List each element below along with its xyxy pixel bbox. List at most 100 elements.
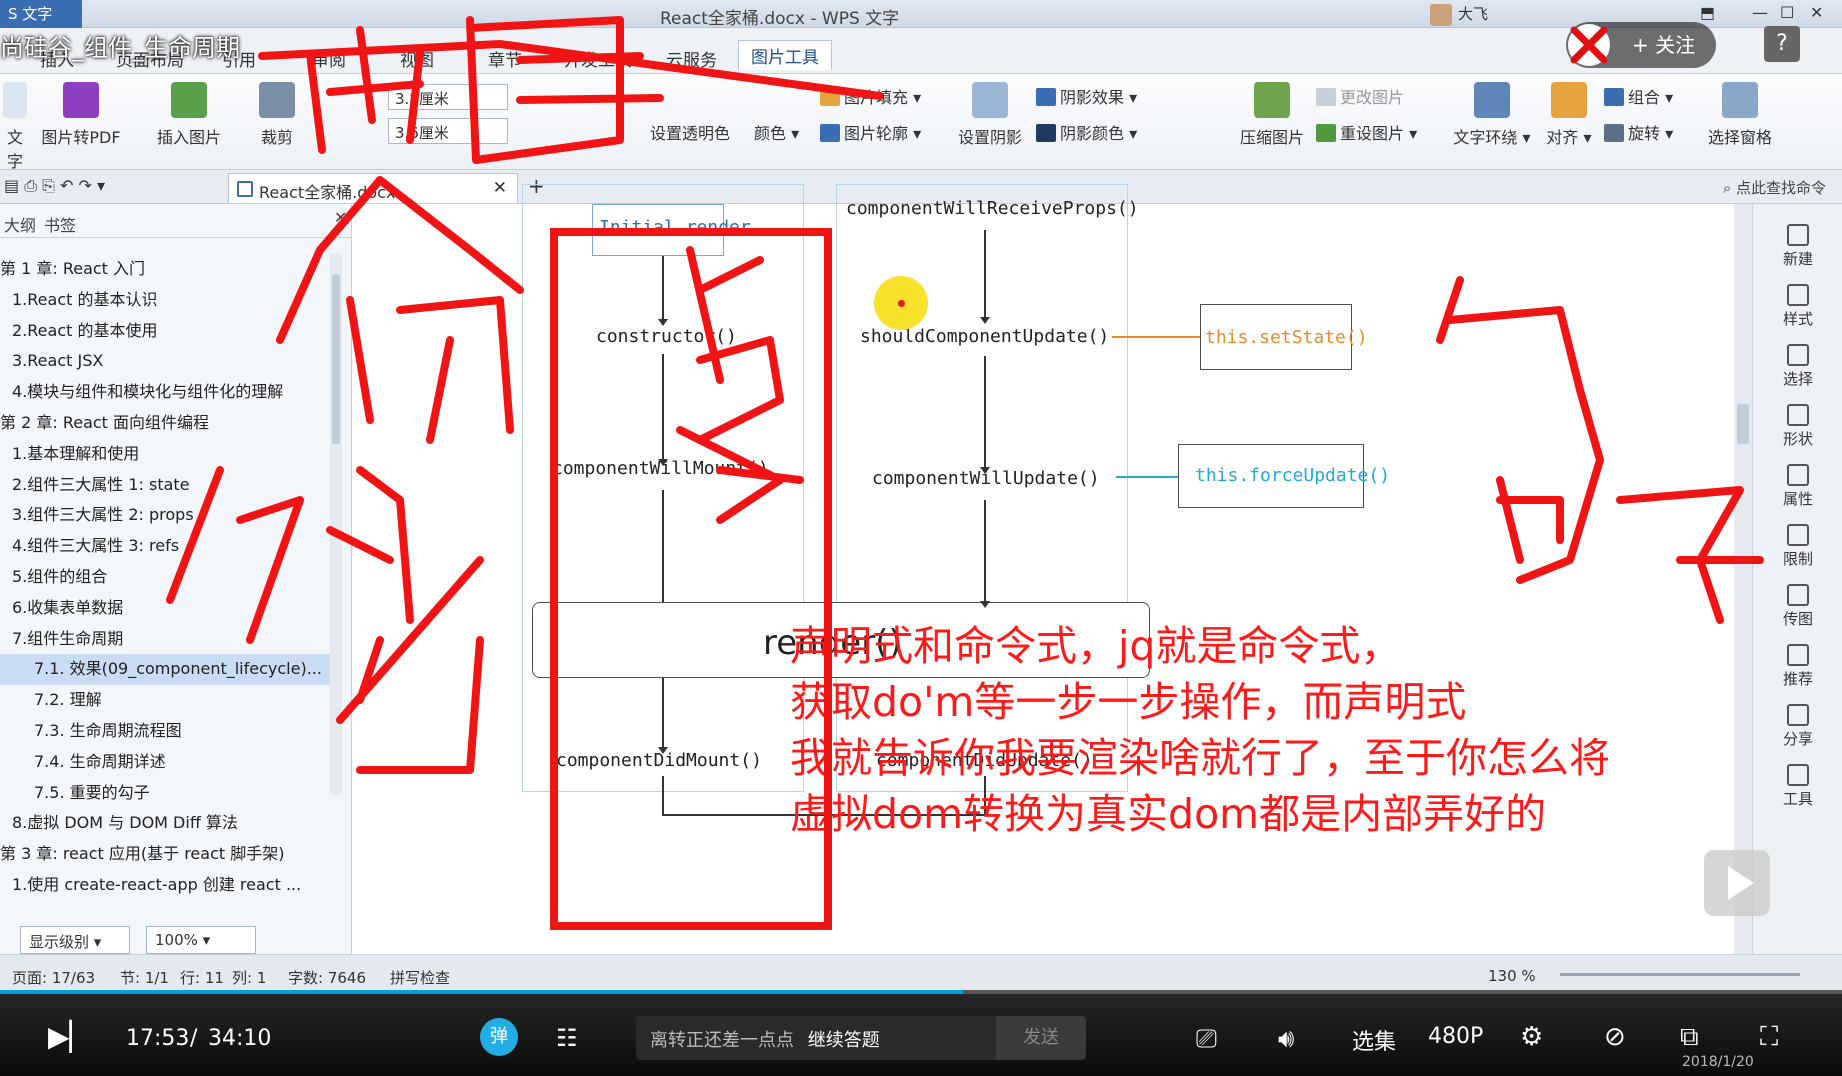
- outline-item[interactable]: 6.收集表单数据: [0, 593, 330, 624]
- find-command[interactable]: ⌕ 点此查找命令: [1723, 177, 1826, 198]
- tab-outline[interactable]: 大纲: [4, 212, 36, 236]
- follow-button[interactable]: + 关注: [1566, 22, 1716, 68]
- right-tool-shape[interactable]: 形状: [1753, 404, 1842, 449]
- nav-zoom-select[interactable]: 100% ▾: [146, 926, 256, 954]
- quality-button[interactable]: 480P: [1428, 1024, 1483, 1049]
- reset-picture-button[interactable]: 重设图片 ▾: [1316, 120, 1417, 144]
- right-tool-share[interactable]: 分享: [1753, 704, 1842, 749]
- outline-item[interactable]: 7.1. 效果(09_component_lifecycle)...: [0, 654, 330, 686]
- outline-item[interactable]: 第 2 章: React 面向组件编程: [0, 408, 330, 439]
- settings-icon[interactable]: ⚙: [1520, 1022, 1543, 1052]
- right-tool-recommend[interactable]: 推荐: [1753, 644, 1842, 689]
- picture-outline-button[interactable]: 图片轮廓 ▾: [820, 120, 921, 144]
- document-scrollbar[interactable]: [1734, 204, 1752, 954]
- user-account[interactable]: 大飞: [1430, 3, 1488, 26]
- zoom-slider[interactable]: [1560, 973, 1800, 976]
- picture-to-pdf-button[interactable]: 图片转PDF: [36, 82, 126, 148]
- right-tool-tools[interactable]: 工具: [1753, 764, 1842, 809]
- text-wrap-button[interactable]: 文字环绕 ▾: [1450, 82, 1534, 148]
- group-button[interactable]: 组合 ▾: [1604, 84, 1673, 108]
- shadow-effect-button[interactable]: 阴影效果 ▾: [1036, 84, 1137, 108]
- app-menu-button[interactable]: S 文字: [0, 0, 82, 28]
- force-update-box[interactable]: this.forceUpdate(): [1178, 444, 1390, 508]
- outline-item[interactable]: 1.基本理解和使用: [0, 439, 330, 470]
- close-panel-icon[interactable]: ✕: [334, 208, 347, 227]
- outline-item[interactable]: 第 1 章: React 入门: [0, 254, 330, 285]
- danmu-settings-icon[interactable]: ☷: [556, 1024, 578, 1052]
- help-button[interactable]: ?: [1764, 26, 1800, 62]
- outline-item[interactable]: 5.组件的组合: [0, 562, 330, 593]
- volume-icon[interactable]: 🔊︎: [1278, 1024, 1294, 1055]
- text-button[interactable]: 文字: [0, 82, 30, 172]
- mini-tv-icon[interactable]: ⎚: [1196, 1024, 1217, 1055]
- set-shadow-button[interactable]: 设置阴影: [950, 82, 1030, 148]
- outline-item[interactable]: 7.4. 生命周期详述: [0, 747, 330, 778]
- danmu-toggle[interactable]: 弹: [480, 1018, 518, 1056]
- outline-scroll-thumb[interactable]: [332, 274, 340, 444]
- spell-check-button[interactable]: 拼写检查: [390, 967, 450, 988]
- picture-in-picture-icon[interactable]: ⧉: [1680, 1022, 1699, 1053]
- tab-bookmark[interactable]: 书签: [44, 212, 76, 236]
- close-tab-icon[interactable]: ✕: [493, 178, 507, 198]
- right-tool-style[interactable]: 样式: [1753, 284, 1842, 329]
- outline-item[interactable]: 7.5. 重要的勾子: [0, 778, 330, 809]
- send-danmu-button[interactable]: 发送: [996, 1016, 1086, 1060]
- maximize-icon[interactable]: ☐: [1780, 3, 1794, 22]
- episodes-button[interactable]: 选集: [1352, 1024, 1396, 1056]
- wrap-label: 文字环绕: [1453, 128, 1518, 147]
- tab-cloud[interactable]: 云服务: [666, 46, 717, 71]
- minimize-icon[interactable]: —: [1752, 3, 1768, 22]
- tab-developer[interactable]: 开发工具: [564, 46, 632, 71]
- uploader-avatar[interactable]: [1568, 24, 1610, 66]
- outline-item[interactable]: 3.React JSX: [0, 346, 330, 377]
- outline-item[interactable]: 第 3 章: react 应用(基于 react 脚手架): [0, 839, 330, 870]
- right-tool-new[interactable]: 新建: [1753, 224, 1842, 269]
- outline-item[interactable]: 7.组件生命周期: [0, 624, 330, 655]
- insert-picture-button[interactable]: 插入图片: [146, 82, 232, 148]
- outline-scrollbar[interactable]: [330, 254, 342, 794]
- danmu-off-icon[interactable]: ⊘: [1604, 1022, 1626, 1052]
- selection-pane-button[interactable]: 选择窗格: [1700, 82, 1780, 148]
- shadow-color-button[interactable]: 阴影颜色 ▾: [1036, 120, 1137, 144]
- next-icon[interactable]: ▶▏: [48, 1020, 91, 1053]
- right-tool-upload-picture[interactable]: 传图: [1753, 584, 1842, 629]
- outline-item[interactable]: 4.组件三大属性 3: refs: [0, 531, 330, 562]
- right-tool-properties[interactable]: 属性: [1753, 464, 1842, 509]
- height-field[interactable]: 3.8厘米: [388, 84, 508, 110]
- tab-document[interactable]: React全家桶.docx ✕: [228, 173, 518, 203]
- restore-icon[interactable]: ⬒: [1700, 3, 1715, 22]
- right-tool-restrict[interactable]: 限制: [1753, 524, 1842, 569]
- fullscreen-icon[interactable]: ⛶: [1760, 1022, 1778, 1053]
- rotate-button[interactable]: 旋转 ▾: [1604, 120, 1673, 144]
- set-state-box[interactable]: this.setState(): [1200, 304, 1368, 370]
- outline-item[interactable]: 1.React 的基本认识: [0, 285, 330, 316]
- continue-quiz-link[interactable]: 继续答题: [808, 1030, 880, 1051]
- right-tool-select[interactable]: 选择: [1753, 344, 1842, 389]
- quick-access-toolbar[interactable]: ▤ ⎙ ⎘ ↶ ↷ ▾: [4, 176, 105, 196]
- tab-chapter[interactable]: 章节: [488, 46, 522, 71]
- outline-item[interactable]: 7.2. 理解: [0, 685, 330, 716]
- outline-item[interactable]: 2.组件三大属性 1: state: [0, 470, 330, 501]
- tab-view[interactable]: 视图: [400, 46, 434, 71]
- crop-button[interactable]: 裁剪: [252, 82, 302, 148]
- close-icon[interactable]: ✕: [1810, 3, 1823, 22]
- align-button[interactable]: 对齐 ▾: [1544, 82, 1594, 148]
- compress-picture-button[interactable]: 压缩图片: [1234, 82, 1310, 148]
- tab-review[interactable]: 审阅: [312, 46, 346, 71]
- outline-item[interactable]: 8.虚拟 DOM 与 DOM Diff 算法: [0, 808, 330, 839]
- play-overlay-icon[interactable]: [1704, 850, 1770, 916]
- outline-item[interactable]: 7.3. 生命周期流程图: [0, 716, 330, 747]
- transparent-color-button[interactable]: 设置透明色: [650, 120, 730, 144]
- outline-item[interactable]: 2.React 的基本使用: [0, 316, 330, 347]
- color-button[interactable]: 颜色 ▾: [754, 120, 799, 144]
- width-field[interactable]: 3.6厘米: [388, 118, 508, 144]
- document-scroll-thumb[interactable]: [1737, 404, 1749, 444]
- tab-picture-tools[interactable]: 图片工具: [738, 40, 832, 70]
- outline-item[interactable]: 1.使用 create-react-app 创建 react ...: [0, 870, 330, 901]
- outline-item[interactable]: 3.组件三大属性 2: props: [0, 500, 330, 531]
- display-level-select[interactable]: 显示级别 ▾: [20, 926, 130, 954]
- picture-fill-button[interactable]: 图片填充 ▾: [820, 84, 921, 108]
- outline-item[interactable]: 4.模块与组件和模块化与组件化的理解: [0, 377, 330, 408]
- change-picture-button[interactable]: 更改图片: [1316, 84, 1404, 108]
- initial-render-box[interactable]: Initial render: [592, 204, 751, 256]
